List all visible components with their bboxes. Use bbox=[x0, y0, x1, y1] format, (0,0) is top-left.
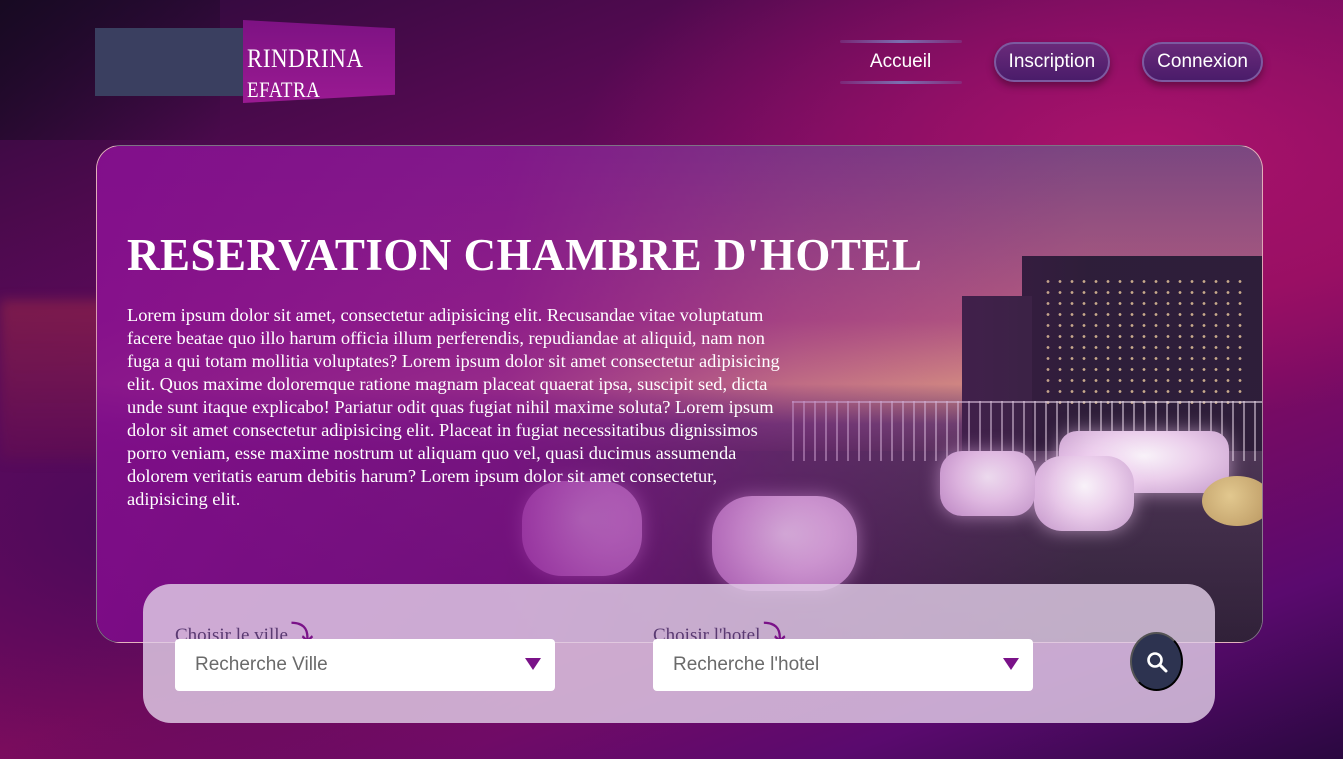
logo-text: RINDRINA EFATRA bbox=[247, 44, 395, 104]
caret-down-icon bbox=[1003, 658, 1019, 670]
hotel-select-value: Recherche l'hotel bbox=[673, 654, 820, 675]
page-title: RESERVATION CHAMBRE D'HOTEL bbox=[127, 230, 923, 280]
brand-logo[interactable]: RINDRINA EFATRA bbox=[95, 20, 395, 103]
logo-name-sub: EFATRA bbox=[247, 78, 321, 103]
city-select-value: Recherche Ville bbox=[195, 654, 328, 675]
hotel-select[interactable]: Recherche l'hotel bbox=[653, 639, 1033, 691]
city-select[interactable]: Recherche Ville bbox=[175, 639, 555, 691]
caret-down-icon bbox=[525, 658, 541, 670]
main-nav: Accueil Inscription Connexion bbox=[839, 40, 1263, 84]
nav-home-link[interactable]: Accueil bbox=[839, 40, 962, 84]
logo-block-left bbox=[95, 28, 243, 96]
search-icon bbox=[1146, 651, 1167, 672]
search-button[interactable] bbox=[1130, 632, 1183, 691]
register-button[interactable]: Inscription bbox=[993, 42, 1111, 82]
logo-name-main: RINDRINA bbox=[247, 44, 363, 73]
hero-description: Lorem ipsum dolor sit amet, consectetur … bbox=[127, 305, 780, 509]
login-button[interactable]: Connexion bbox=[1142, 42, 1263, 82]
